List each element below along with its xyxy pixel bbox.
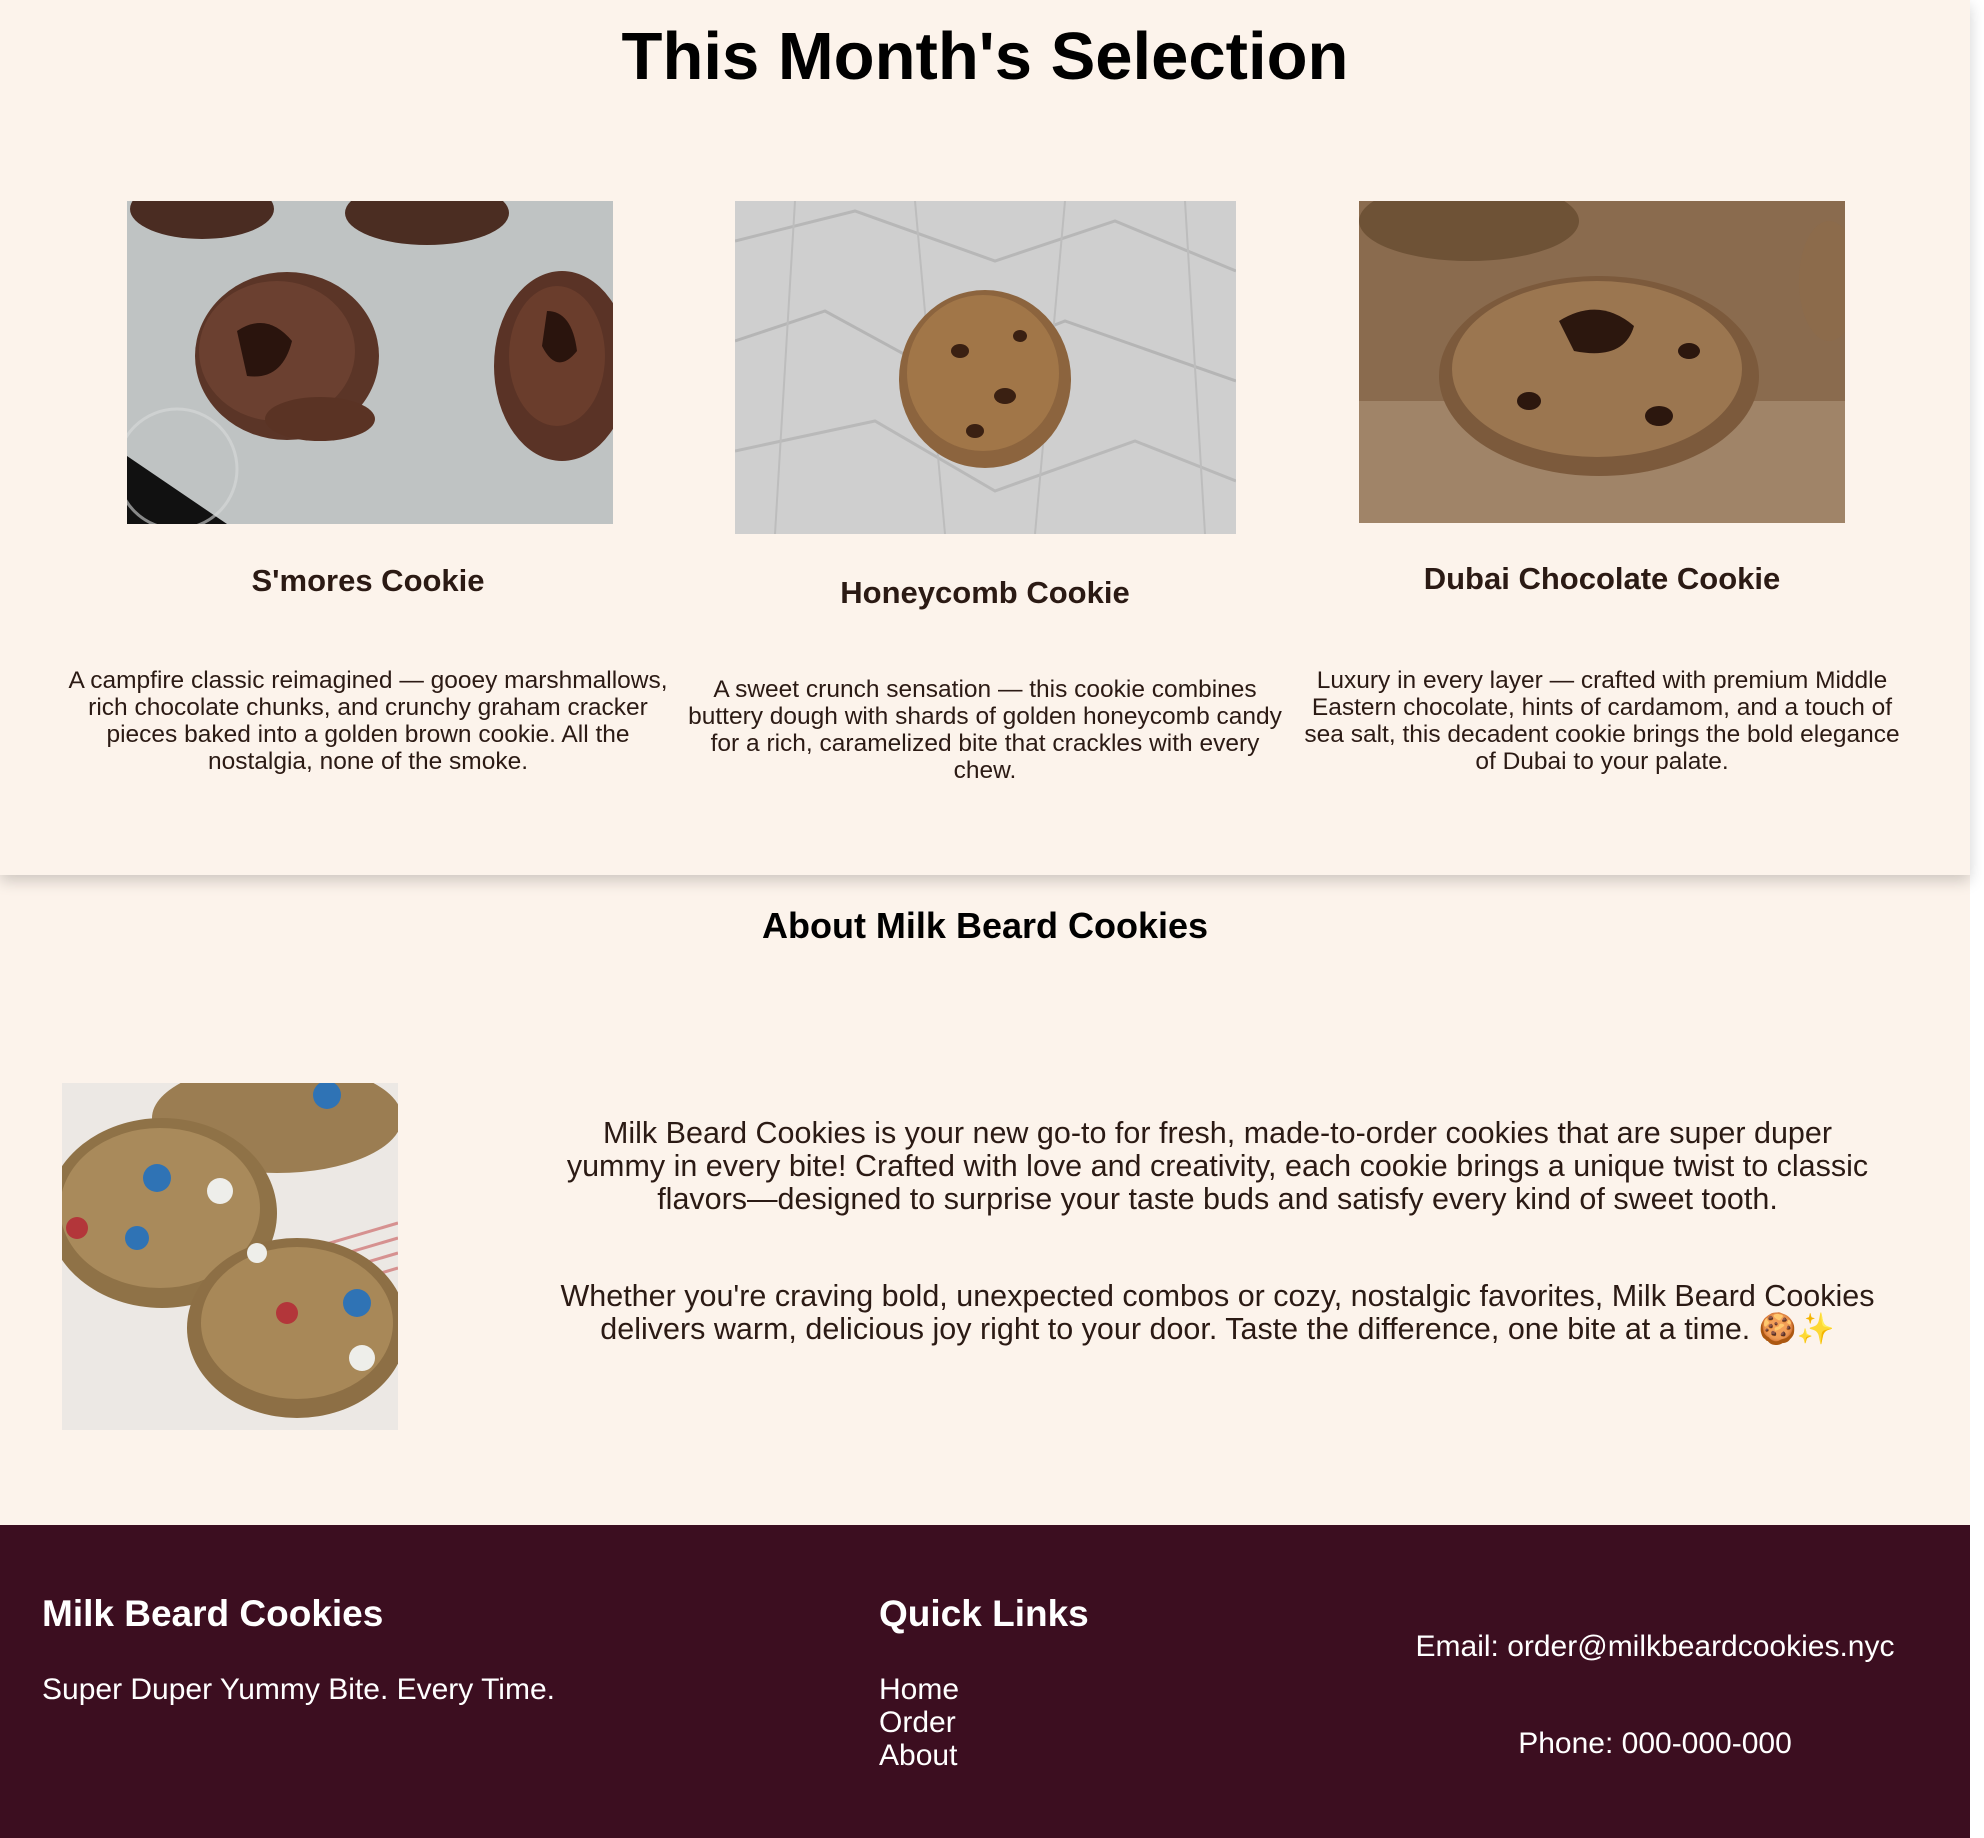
footer-brand: Milk Beard Cookies [42, 1593, 384, 1634]
smores-cookie-description: A campfire classic reimagined — gooey ma… [68, 667, 668, 775]
selection-title: This Month's Selection [621, 19, 1349, 94]
dubai-cookie-photo [1359, 201, 1845, 523]
smores-cookie-name: S'mores Cookie [251, 563, 485, 598]
quick-links-title: Quick Links [879, 1593, 1089, 1634]
footer-tagline: Super Duper Yummy Bite. Every Time. [42, 1673, 555, 1706]
about-text: Milk Beard Cookies is your new go-to for… [555, 1117, 1880, 1410]
footer-phone: Phone: 000-000-000 [1518, 1727, 1792, 1760]
about-paragraph-2: Whether you're craving bold, unexpected … [560, 1279, 1875, 1346]
footer-email: Email: order@milkbeardcookies.nyc [1415, 1630, 1895, 1663]
monthly-selection-section: This Month's Selection S'mores Cookie A … [0, 0, 1970, 875]
dubai-cookie-name: Dubai Chocolate Cookie [1423, 561, 1781, 596]
site-footer: Milk Beard Cookies Super Duper Yummy Bit… [0, 1525, 1970, 1838]
cookie-card-smores: S'mores Cookie A campfire classic reimag… [68, 195, 668, 795]
cookie-card-honeycomb: Honeycomb Cookie A sweet crunch sensatio… [685, 195, 1285, 795]
about-cookies-photo [62, 1083, 398, 1430]
cookie-card-dubai: Dubai Chocolate Cookie Luxury in every l… [1302, 195, 1902, 795]
quick-links-list: Home Order About [879, 1673, 959, 1772]
honeycomb-cookie-photo [735, 201, 1236, 534]
smores-cookie-photo [127, 201, 613, 524]
about-title: About Milk Beard Cookies [761, 905, 1209, 946]
page: This Month's Selection S'mores Cookie A … [0, 0, 1970, 1838]
honeycomb-cookie-description: A sweet crunch sensation — this cookie c… [688, 676, 1282, 784]
footer-link-about[interactable]: About [879, 1739, 957, 1772]
honeycomb-cookie-name: Honeycomb Cookie [840, 575, 1130, 610]
about-paragraph-1: Milk Beard Cookies is your new go-to for… [566, 1116, 1869, 1216]
dubai-cookie-description: Luxury in every layer — crafted with pre… [1304, 667, 1900, 775]
footer-link-home[interactable]: Home [879, 1673, 959, 1706]
footer-link-order[interactable]: Order [879, 1706, 956, 1739]
